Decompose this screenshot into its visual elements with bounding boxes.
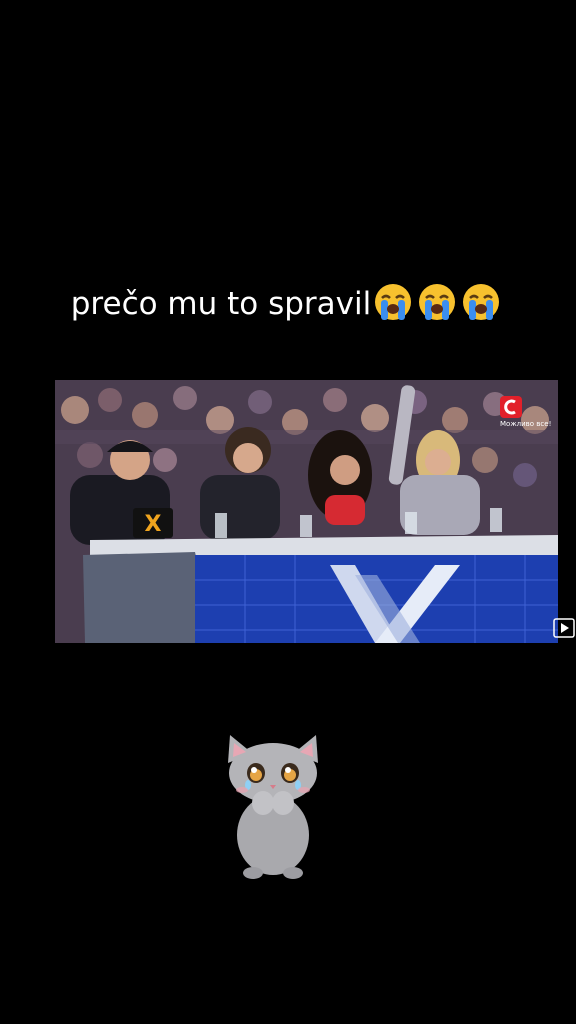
channel-logo: Можливо все! [500, 396, 552, 428]
video-frame[interactable]: X Можливо все! [55, 380, 558, 643]
judges-scene: X [55, 380, 558, 643]
caption: prečo mu to spravil [0, 282, 576, 334]
loudly-crying-face-icon [419, 284, 456, 320]
svg-text:X: X [145, 512, 162, 537]
caption-text: prečo mu to spravil [70, 286, 372, 322]
channel-slogan: Можливо все! [500, 420, 552, 428]
stb-logo-icon [500, 396, 522, 418]
play-icon[interactable] [553, 618, 575, 638]
crying-cat-sticker-icon[interactable] [218, 735, 328, 883]
loudly-crying-face-icon [463, 284, 500, 320]
emoji-row [373, 282, 505, 334]
loudly-crying-face-icon [375, 284, 412, 320]
